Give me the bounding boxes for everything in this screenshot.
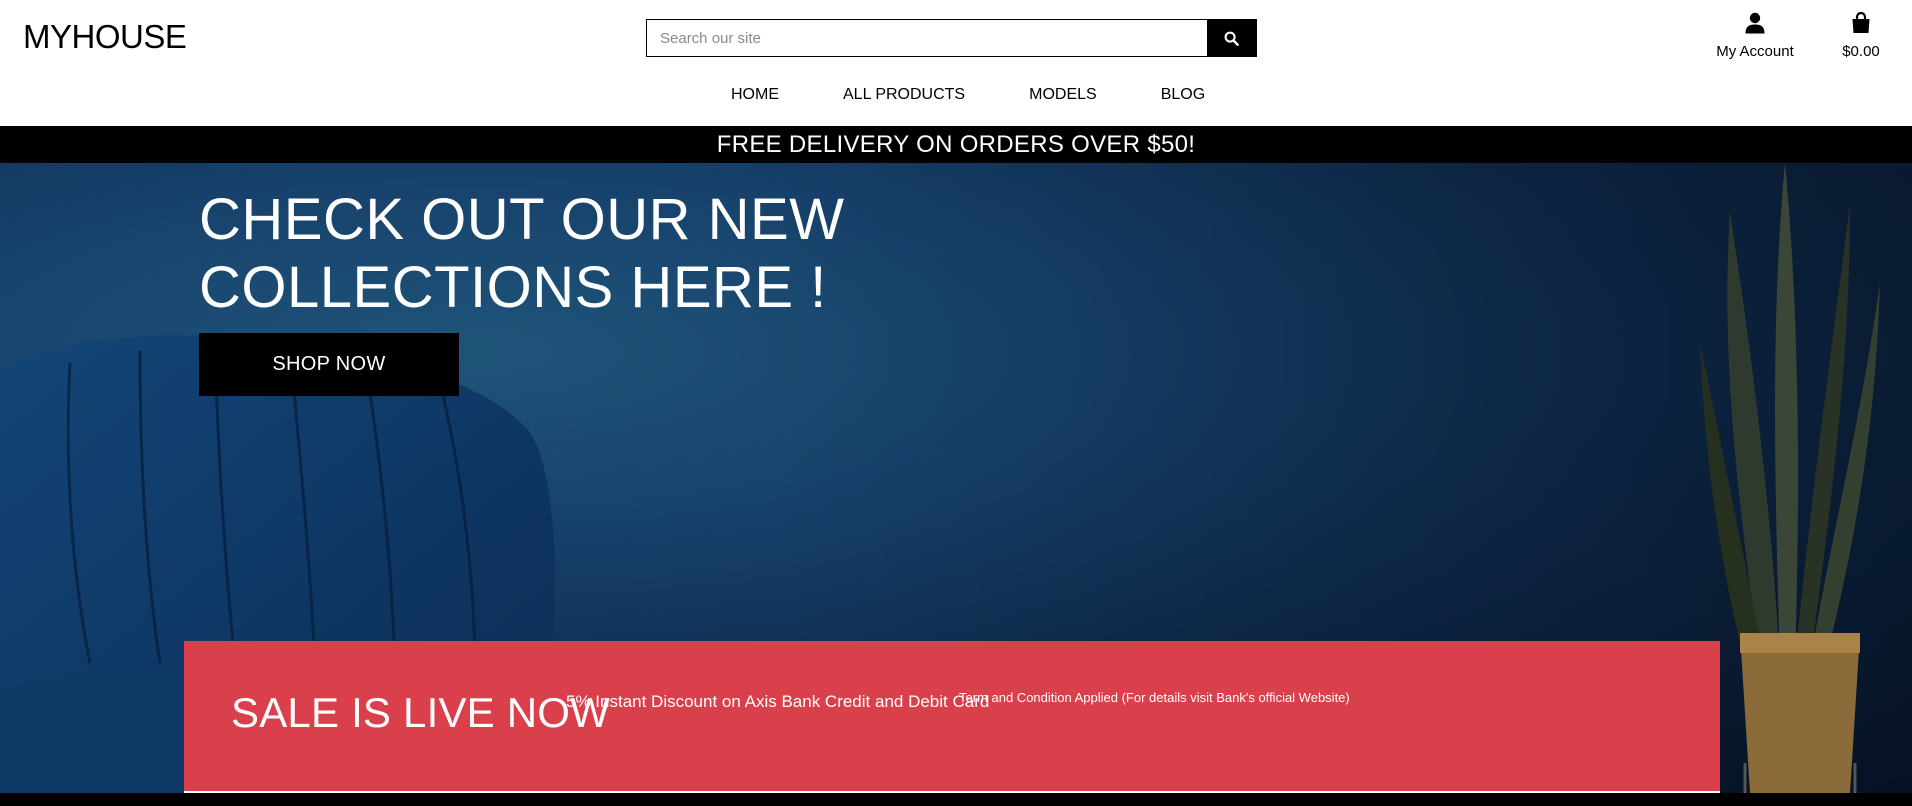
my-account-label: My Account: [1716, 43, 1794, 60]
nav-models[interactable]: MODELS: [1029, 86, 1097, 104]
hero-title-line-1: CHECK OUT OUR NEW: [199, 187, 845, 252]
search-input[interactable]: [647, 20, 1207, 56]
sale-terms-text: Term and Condition Applied (For details …: [959, 690, 1350, 705]
cart-total: $0.00: [1842, 43, 1880, 60]
sale-title: SALE IS LIVE NOW: [231, 689, 610, 736]
search-bar: [646, 19, 1257, 57]
nav-home[interactable]: HOME: [731, 86, 779, 104]
sale-banner: SALE IS LIVE NOW 5% Instant Discount on …: [184, 641, 1720, 793]
hero-title: CHECK OUT OUR NEW COLLECTIONS HERE !: [199, 186, 844, 322]
cart-link[interactable]: $0.00: [1836, 11, 1886, 60]
shop-now-button[interactable]: SHOP NOW: [199, 333, 459, 396]
user-icon: [1745, 12, 1765, 34]
site-header: MYHOUSE HOME ALL PRODUCTS MODELS BLOG My…: [0, 0, 1912, 126]
search-button[interactable]: [1207, 20, 1256, 56]
main-nav: HOME ALL PRODUCTS MODELS BLOG: [731, 86, 1205, 104]
logo[interactable]: MYHOUSE: [23, 18, 187, 56]
nav-all-products[interactable]: ALL PRODUCTS: [843, 86, 965, 104]
my-account-link[interactable]: My Account: [1712, 12, 1798, 60]
free-delivery-banner: FREE DELIVERY ON ORDERS OVER $50!: [0, 126, 1912, 163]
nav-blog[interactable]: BLOG: [1161, 86, 1205, 104]
plant-image: [1700, 163, 1880, 793]
search-icon: [1224, 31, 1239, 46]
hero-title-line-2: COLLECTIONS HERE !: [199, 255, 827, 320]
sale-discount-text: 5% Instant Discount on Axis Bank Credit …: [566, 692, 990, 711]
shopping-bag-icon: [1852, 11, 1870, 33]
